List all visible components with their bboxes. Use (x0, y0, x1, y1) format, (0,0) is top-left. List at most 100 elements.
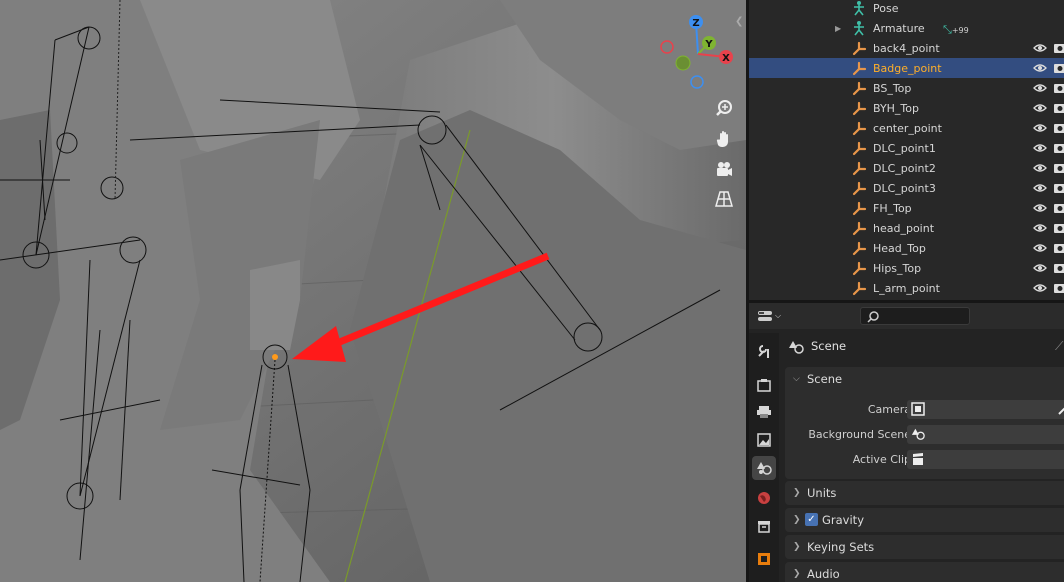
render-visibility-icon[interactable] (1053, 141, 1064, 155)
outliner-row[interactable]: BYH_Top (749, 98, 1064, 118)
eye-icon[interactable] (1033, 261, 1047, 275)
chevron-right-icon: ❯ (793, 515, 801, 525)
outliner-row[interactable]: L_arm_point (749, 278, 1064, 298)
eye-icon[interactable] (1033, 101, 1047, 115)
eye-icon[interactable] (1033, 121, 1047, 135)
zoom-icon (716, 100, 732, 116)
eye-icon[interactable] (1033, 281, 1047, 295)
outliner-row[interactable]: Head_Top (749, 238, 1064, 258)
panel-keying-sets[interactable]: ❯Keying Sets⠿ (785, 535, 1064, 559)
tab-render[interactable] (752, 373, 776, 397)
outliner-row[interactable]: Badge_point (749, 58, 1064, 78)
outliner-item-label[interactable]: L_arm_point (873, 282, 940, 295)
render-visibility-icon[interactable] (1053, 261, 1064, 275)
outliner-item-label[interactable]: center_point (873, 122, 942, 135)
tab-output[interactable] (752, 400, 776, 424)
bone-icon (851, 160, 867, 176)
camera-view-button[interactable] (710, 155, 738, 183)
eye-icon[interactable] (1033, 161, 1047, 175)
eye-icon[interactable] (1033, 141, 1047, 155)
outliner-row[interactable]: head_point (749, 218, 1064, 238)
axis-neg-x-icon[interactable] (660, 40, 674, 54)
render-visibility-icon[interactable] (1053, 101, 1064, 115)
outliner-row[interactable]: Hips_Top (749, 258, 1064, 278)
eye-icon[interactable] (1033, 41, 1047, 55)
tab-world[interactable] (752, 486, 776, 510)
outliner-row[interactable]: BS_Top (749, 78, 1064, 98)
background-scene-field[interactable] (907, 425, 1064, 444)
outliner-item-label[interactable]: DLC_point1 (873, 142, 936, 155)
panel-units[interactable]: ❯Units⠿ (785, 481, 1064, 505)
render-visibility-icon[interactable] (1053, 241, 1064, 255)
outliner-item-label[interactable]: Hips_Top (873, 262, 921, 275)
chevron-right-icon: ❯ (793, 569, 801, 579)
editor-type-button[interactable]: ⌵ (757, 307, 789, 325)
render-visibility-icon[interactable] (1053, 121, 1064, 135)
outliner-item-label[interactable]: Pose (873, 2, 898, 15)
render-visibility-icon[interactable] (1053, 81, 1064, 95)
pan-button[interactable] (710, 125, 738, 153)
outliner-row[interactable]: Pose (749, 0, 1064, 18)
tab-view-layer[interactable] (752, 428, 776, 452)
eye-icon[interactable] (1033, 221, 1047, 235)
outliner[interactable]: Pose ▶ Armature ⤡+99 back4_point Badge_point B… (749, 0, 1064, 300)
navigation-gizmo[interactable]: Z Y X (656, 12, 740, 96)
ortho-toggle-button[interactable] (710, 185, 738, 213)
outliner-item-label[interactable]: Badge_point (873, 62, 942, 75)
printer-icon (757, 406, 771, 418)
render-visibility-icon[interactable] (1053, 221, 1064, 235)
tab-object[interactable] (752, 547, 776, 571)
outliner-row[interactable]: center_point (749, 118, 1064, 138)
axis-neg-z-icon[interactable] (690, 75, 704, 89)
outliner-item-label[interactable]: FH_Top (873, 202, 912, 215)
render-visibility-icon[interactable] (1053, 41, 1064, 55)
render-visibility-icon[interactable] (1053, 181, 1064, 195)
render-visibility-icon[interactable] (1053, 201, 1064, 215)
eye-icon[interactable] (1033, 61, 1047, 75)
outliner-item-label[interactable]: head_point (873, 222, 934, 235)
eye-icon[interactable] (1033, 201, 1047, 215)
active-clip-field[interactable] (907, 450, 1064, 469)
bone-icon (851, 220, 867, 236)
camera-row: Camera (785, 400, 1064, 420)
render-visibility-icon[interactable] (1053, 161, 1064, 175)
pin-icon[interactable]: ⟋ (1055, 339, 1063, 354)
outliner-row[interactable]: DLC_point1 (749, 138, 1064, 158)
outliner-item-label[interactable]: back4_point (873, 42, 940, 55)
camera-field[interactable] (907, 400, 1064, 419)
outliner-row[interactable]: ▶ Armature ⤡+99 (749, 18, 1064, 38)
selected-bone-head[interactable] (272, 354, 278, 360)
panel-scene-header[interactable]: ⌵ Scene ⠿ (785, 367, 1064, 391)
outliner-item-label[interactable]: DLC_point3 (873, 182, 936, 195)
eyedropper-icon[interactable] (1057, 402, 1064, 416)
outliner-row[interactable]: FH_Top (749, 198, 1064, 218)
outliner-item-label[interactable]: BYH_Top (873, 102, 919, 115)
outliner-row[interactable]: back4_point (749, 38, 1064, 58)
render-visibility-icon[interactable] (1053, 281, 1064, 295)
panel-audio[interactable]: ❯Audio⠿ (785, 562, 1064, 582)
axis-neg-y-icon[interactable] (675, 55, 691, 71)
render-visibility-icon[interactable] (1053, 61, 1064, 75)
zoom-button[interactable] (710, 94, 738, 122)
3d-viewport[interactable]: Z Y X (0, 0, 746, 582)
outliner-item-label[interactable]: DLC_point2 (873, 162, 936, 175)
eye-icon[interactable] (1033, 81, 1047, 95)
properties-editor[interactable]: ⌵ Scene ⟋ ⌵ Scene Camera Background Scen… (749, 303, 1064, 582)
outliner-item-label[interactable]: BS_Top (873, 82, 911, 95)
panel-gravity[interactable]: ❯✓Gravity⠿ (785, 508, 1064, 532)
outliner-row[interactable]: DLC_point3 (749, 178, 1064, 198)
tab-scene[interactable] (752, 456, 776, 480)
sidebar-toggle-icon[interactable]: ❮ (735, 16, 743, 27)
eye-icon[interactable] (1033, 241, 1047, 255)
tab-tool[interactable] (752, 339, 776, 363)
expand-arrow-icon[interactable]: ▶ (835, 24, 841, 33)
eye-icon[interactable] (1033, 181, 1047, 195)
tab-collection[interactable] (752, 514, 776, 538)
chevron-right-icon: ❯ (793, 488, 801, 498)
outliner-row[interactable]: DLC_point2 (749, 158, 1064, 178)
properties-search-input[interactable] (860, 307, 970, 325)
gravity-checkbox[interactable]: ✓ (805, 513, 818, 526)
bone-icon (851, 60, 867, 76)
outliner-item-label[interactable]: Head_Top (873, 242, 926, 255)
outliner-item-label[interactable]: Armature (873, 22, 925, 35)
